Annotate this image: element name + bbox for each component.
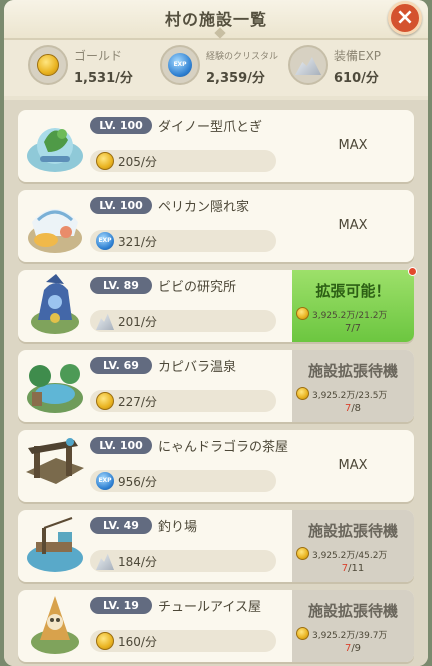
- stat-equip-label: 装備EXP: [334, 49, 382, 63]
- facility-list[interactable]: LV. 100 ダイノー型爪とぎ 205/分 MAX LV. 100 ペリカン隠…: [4, 100, 428, 666]
- expand-title: 拡張可能！: [315, 282, 391, 300]
- page-title: 村の施設一覧: [164, 10, 267, 29]
- facility-row[interactable]: LV. 49 釣り場 184/分 施設拡張待機 3,925.2万/45.2万 7…: [18, 510, 414, 582]
- facility-name: カピバラ温泉: [158, 360, 237, 375]
- facility-thumbnail-onsen: [22, 352, 88, 418]
- stat-equip-value: 610/分: [334, 71, 379, 86]
- facility-list-panel: 村の施設一覧 × ゴールド 1,531/分 EXP 経験のクリスタル 2,359…: [4, 0, 428, 666]
- facility-name: 釣り場: [158, 520, 198, 535]
- max-status: MAX: [338, 138, 368, 153]
- expand-cost-value: 3,925.2万/23.5万: [312, 391, 388, 401]
- stat-gold-value: 1,531/分: [74, 71, 133, 86]
- gold-coin-icon: [96, 632, 114, 650]
- facility-thumbnail-teahouse: [22, 432, 88, 498]
- facility-row[interactable]: LV. 100 にゃんドラゴラの茶屋 EXP 956/分 MAX: [18, 430, 414, 502]
- facility-thumbnail-lab: [22, 272, 88, 338]
- gold-coin-icon: [28, 45, 68, 85]
- level-badge: LV. 100: [90, 117, 152, 134]
- expand-cost: 3,925.2万/21.2万: [296, 307, 412, 321]
- rate-value: 201/分: [118, 315, 157, 329]
- expand-count: 7/7: [292, 323, 414, 334]
- facility-row[interactable]: LV. 100 ダイノー型爪とぎ 205/分 MAX: [18, 110, 414, 182]
- expand-wait-button[interactable]: 施設拡張待機 3,925.2万/23.5万 7/8: [292, 350, 414, 422]
- expand-title: 施設拡張待機: [307, 522, 398, 540]
- max-status: MAX: [338, 218, 368, 233]
- rate-value: 184/分: [118, 555, 157, 569]
- facility-thumbnail-ice-shop: [22, 592, 88, 658]
- facility-row[interactable]: LV. 89 ビビの研究所 201/分 ✦ 拡張可能！ 3,925.2万/21.…: [18, 267, 417, 342]
- facility-name: にゃんドラゴラの茶屋: [158, 440, 289, 455]
- stat-gold-label: ゴールド: [74, 49, 123, 63]
- level-badge: LV. 49: [90, 517, 152, 534]
- resource-summary: ゴールド 1,531/分 EXP 経験のクリスタル 2,359/分 装備EXP …: [4, 40, 428, 96]
- facility-name: ダイノー型爪とぎ: [158, 120, 263, 135]
- gold-coin-icon: [296, 547, 309, 560]
- rate-value: 205/分: [118, 155, 157, 169]
- production-rate: 184/分: [90, 550, 276, 572]
- count-total: /8: [351, 403, 362, 414]
- production-rate: EXP 321/分: [90, 230, 276, 252]
- max-status: MAX: [338, 458, 368, 473]
- gold-coin-icon: [96, 392, 114, 410]
- exp-crystal-icon: EXP: [96, 232, 114, 250]
- ore-icon: [96, 553, 114, 570]
- level-badge: LV. 69: [90, 357, 152, 374]
- production-rate: 160/分: [90, 630, 276, 652]
- ore-icon: [96, 313, 114, 330]
- rate-value: 321/分: [118, 235, 157, 249]
- exp-crystal-icon: EXP: [96, 472, 114, 490]
- expand-cost-value: 3,925.2万/21.2万: [312, 311, 388, 321]
- production-rate: 205/分: [90, 150, 276, 172]
- count-total: /7: [351, 323, 362, 334]
- notification-dot: [408, 267, 417, 276]
- rate-value: 956/分: [118, 475, 157, 489]
- facility-name: ペリカン隠れ家: [158, 200, 250, 215]
- expand-cost: 3,925.2万/45.2万: [296, 547, 412, 561]
- level-badge: LV. 100: [90, 437, 152, 454]
- facility-row[interactable]: LV. 19 チュールアイス屋 160/分 施設拡張待機 3,925.2万/39…: [18, 590, 414, 662]
- gold-coin-icon: [96, 152, 114, 170]
- level-badge: LV. 19: [90, 597, 152, 614]
- facility-name: チュールアイス屋: [158, 600, 261, 615]
- expand-title: 施設拡張待機: [307, 602, 398, 620]
- expand-cost: 3,925.2万/39.7万: [296, 627, 412, 641]
- expand-cost: 3,925.2万/23.5万: [296, 387, 412, 401]
- exp-crystal-icon: EXP: [160, 45, 200, 85]
- expand-button[interactable]: 拡張可能！ 3,925.2万/21.2万 7/7: [292, 270, 414, 342]
- facility-thumbnail-fishing: [22, 512, 88, 578]
- production-rate: EXP 956/分: [90, 470, 276, 492]
- expand-count: 7/11: [292, 563, 414, 574]
- facility-thumbnail-pelican: [22, 192, 88, 258]
- count-total: /9: [351, 643, 362, 654]
- gold-coin-icon: [296, 627, 309, 640]
- expand-wait-button[interactable]: 施設拡張待機 3,925.2万/45.2万 7/11: [292, 510, 414, 582]
- rate-value: 227/分: [118, 395, 157, 409]
- facility-row[interactable]: LV. 100 ペリカン隠れ家 EXP 321/分 MAX: [18, 190, 414, 262]
- level-badge: LV. 89: [90, 277, 152, 294]
- production-rate: 201/分: [90, 310, 276, 332]
- expand-count: 7/9: [292, 643, 414, 654]
- facility-thumbnail-dino: [22, 112, 88, 178]
- facility-name: ビビの研究所: [158, 280, 237, 295]
- facility-row[interactable]: LV. 69 カピバラ温泉 227/分 施設拡張待機 3,925.2万/23.5…: [18, 350, 414, 422]
- ore-icon: [288, 45, 328, 85]
- gold-coin-icon: [296, 307, 309, 320]
- expand-title: 施設拡張待機: [307, 362, 398, 380]
- expand-count: 7/8: [292, 403, 414, 414]
- expand-cost-value: 3,925.2万/39.7万: [312, 631, 388, 641]
- expand-cost-value: 3,925.2万/45.2万: [312, 551, 388, 561]
- close-button[interactable]: ×: [388, 1, 422, 35]
- rate-value: 160/分: [118, 635, 157, 649]
- gold-coin-icon: [296, 387, 309, 400]
- count-total: /11: [348, 563, 365, 574]
- stat-crystal-label: 経験のクリスタル: [206, 52, 279, 62]
- production-rate: 227/分: [90, 390, 276, 412]
- header: 村の施設一覧: [4, 0, 428, 40]
- level-badge: LV. 100: [90, 197, 152, 214]
- expand-wait-button[interactable]: 施設拡張待機 3,925.2万/39.7万 7/9: [292, 590, 414, 662]
- stat-crystal-value: 2,359/分: [206, 71, 265, 86]
